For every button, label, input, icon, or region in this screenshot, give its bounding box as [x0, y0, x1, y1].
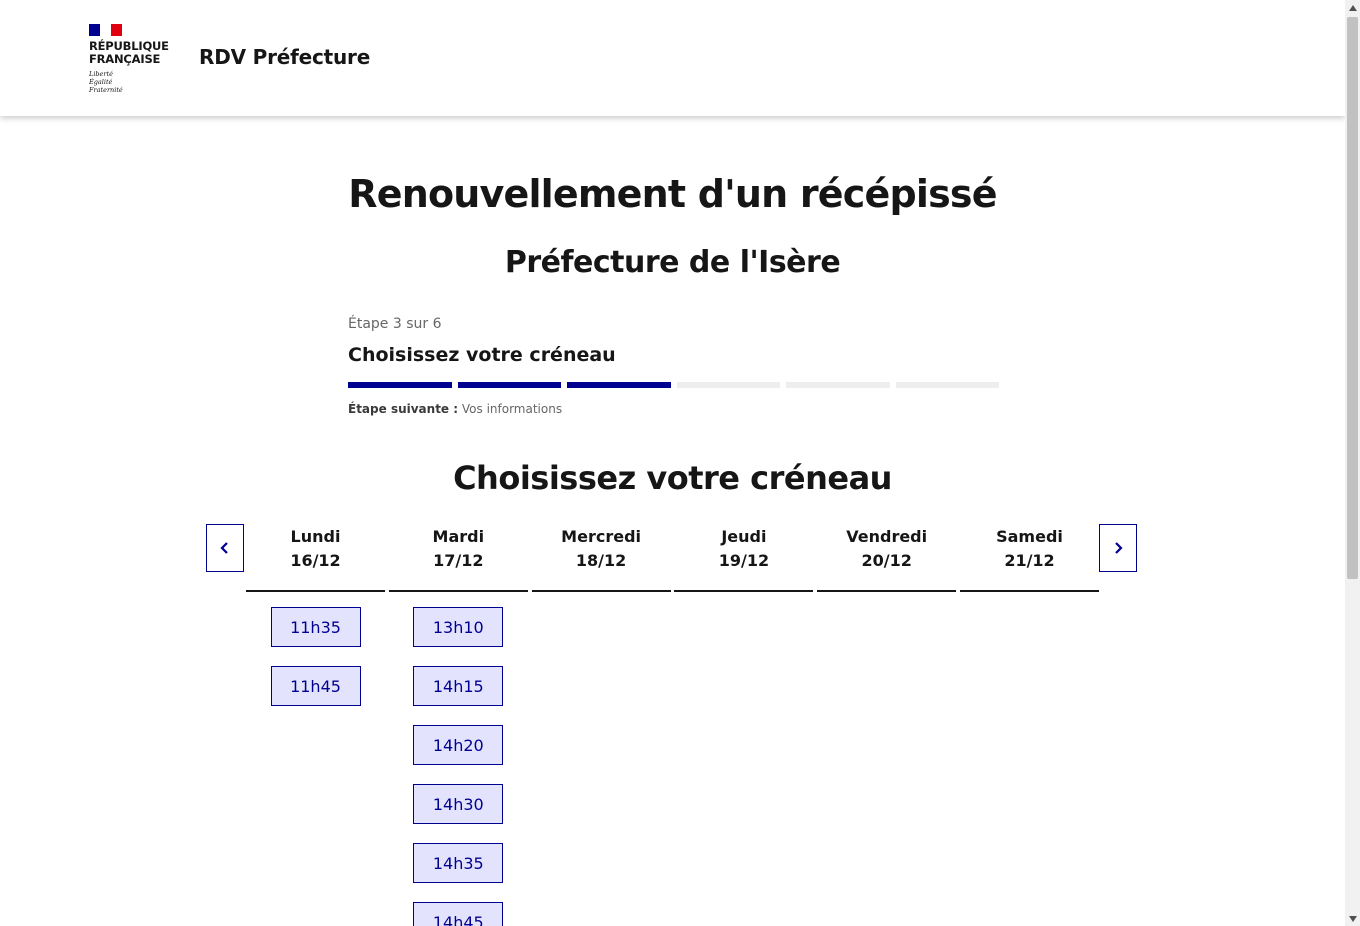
- french-flag-icon: [89, 24, 122, 36]
- page: RÉPUBLIQUE FRANÇAISE Liberté Égalité Fra…: [0, 0, 1345, 926]
- day-slots: 13h10 14h15 14h20 14h30 14h35 14h45: [389, 592, 528, 926]
- stepper-segment: [348, 382, 452, 388]
- day-column: Vendredi 20/12: [817, 524, 957, 607]
- day-header: Mardi 17/12: [388, 524, 528, 592]
- next-days-button[interactable]: [1099, 524, 1137, 572]
- calendar-days: Lundi 16/12 11h35 11h45 Mardi 17/12 13h10 14h15…: [246, 524, 1099, 926]
- day-header: Mercredi 18/12: [531, 524, 671, 592]
- time-slot-button[interactable]: 14h15: [413, 666, 504, 706]
- time-slot-button[interactable]: 14h45: [413, 902, 504, 926]
- day-column: Samedi 21/12: [960, 524, 1099, 607]
- site-header: RÉPUBLIQUE FRANÇAISE Liberté Égalité Fra…: [0, 0, 1345, 116]
- day-date: 16/12: [290, 551, 341, 570]
- day-name: Jeudi: [721, 527, 767, 546]
- brand-motto: Liberté Égalité Fraternité: [89, 70, 123, 94]
- day-slots: [960, 592, 1099, 607]
- stepper: Étape 3 sur 6 Choisissez votre créneau É…: [348, 316, 1008, 416]
- brand-line-2: FRANÇAISE: [89, 52, 161, 66]
- day-header: Samedi 21/12: [960, 524, 1099, 592]
- stepper-next-label: Étape suivante :: [348, 402, 459, 416]
- day-header: Vendredi 20/12: [817, 524, 957, 592]
- time-slot-button[interactable]: 11h45: [270, 666, 361, 706]
- time-slot-button[interactable]: 13h10: [413, 607, 504, 647]
- day-slots: [532, 592, 671, 607]
- day-slots: [817, 592, 956, 607]
- time-slot-button[interactable]: 14h20: [413, 725, 504, 765]
- day-column: Mardi 17/12 13h10 14h15 14h20 14h30 14h35 14h45: [388, 524, 528, 926]
- day-date: 17/12: [433, 551, 484, 570]
- republique-francaise-logo[interactable]: RÉPUBLIQUE FRANÇAISE Liberté Égalité Fra…: [89, 24, 173, 96]
- page-scrollbar[interactable]: [1345, 0, 1360, 926]
- previous-days-button[interactable]: [206, 524, 244, 572]
- day-header: Jeudi 19/12: [674, 524, 814, 592]
- calendar-title: Choisissez votre créneau: [453, 459, 892, 497]
- stepper-segment: [676, 382, 780, 388]
- page-title: Renouvellement d'un récépissé: [348, 172, 997, 216]
- day-name: Lundi: [290, 527, 341, 546]
- page-subtitle: Préfecture de l'Isère: [504, 245, 841, 280]
- stepper-segment: [895, 382, 999, 388]
- time-slot-button[interactable]: 11h35: [270, 607, 361, 647]
- day-slots: [674, 592, 813, 607]
- chevron-right-icon: [1115, 542, 1123, 554]
- stepper-segment: [457, 382, 561, 388]
- day-column: Jeudi 19/12: [674, 524, 814, 607]
- time-slot-button[interactable]: 14h30: [413, 784, 504, 824]
- stepper-state: Étape 3 sur 6: [348, 316, 442, 332]
- stepper-title: Choisissez votre créneau: [348, 344, 616, 366]
- stepper-next-value: Vos informations: [461, 402, 563, 416]
- day-column: Mercredi 18/12: [531, 524, 671, 607]
- day-date: 19/12: [718, 551, 770, 570]
- stepper-segment: [786, 382, 890, 388]
- day-date: 18/12: [575, 551, 627, 570]
- stepper-progress: [348, 382, 1005, 388]
- day-header: Lundi 16/12: [246, 524, 385, 592]
- day-column: Lundi 16/12 11h35 11h45: [246, 524, 385, 725]
- day-date: 21/12: [1004, 551, 1055, 570]
- chevron-left-icon: [220, 542, 228, 554]
- scroll-down-icon[interactable]: [1345, 911, 1360, 926]
- time-slot-button[interactable]: 14h35: [413, 843, 504, 883]
- scroll-up-icon[interactable]: [1345, 0, 1360, 15]
- day-slots: 11h35 11h45: [246, 592, 385, 706]
- day-name: Mardi: [432, 527, 485, 546]
- scrollbar-thumb[interactable]: [1347, 17, 1358, 579]
- day-name: Vendredi: [846, 527, 928, 546]
- stepper-next-step: Étape suivante : Vos informations: [348, 402, 562, 416]
- day-name: Samedi: [996, 527, 1063, 546]
- site-title[interactable]: RDV Préfecture: [199, 45, 370, 69]
- day-date: 20/12: [861, 551, 912, 570]
- day-name: Mercredi: [561, 527, 641, 546]
- stepper-segment: [567, 382, 671, 388]
